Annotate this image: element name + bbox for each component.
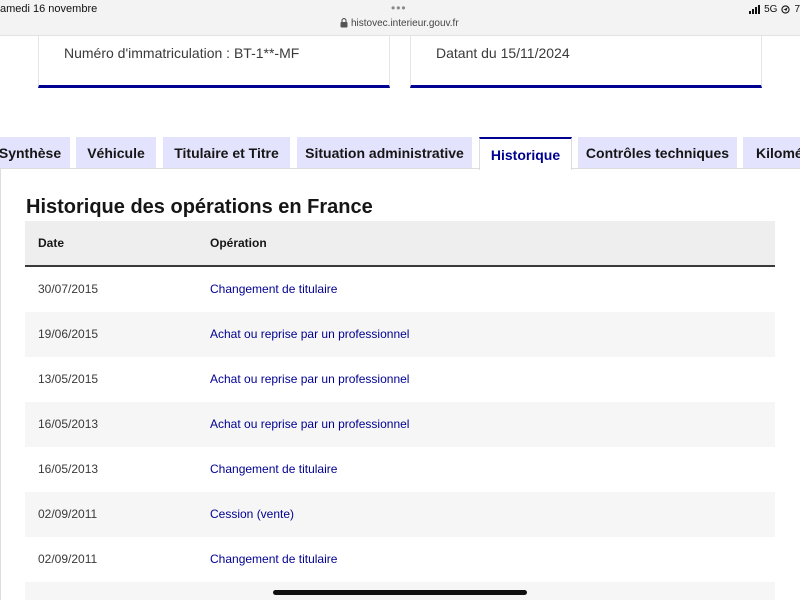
- row-date: 02/09/2011: [38, 507, 98, 521]
- status-bar: amedi 16 novembre ••• histovec.interieur…: [0, 0, 800, 36]
- tab-vehicule[interactable]: Véhicule: [76, 137, 156, 168]
- tab-titulaire-et-titre[interactable]: Titulaire et Titre: [163, 137, 290, 168]
- row-date: 13/05/2015: [38, 372, 99, 386]
- registration-number: Numéro d'immatriculation : BT-1**-MF: [64, 45, 300, 61]
- address-bar[interactable]: histovec.interieur.gouv.fr: [340, 16, 460, 30]
- lock-icon: [340, 18, 348, 28]
- signal-icon: [749, 4, 761, 14]
- location-icon: [781, 4, 791, 14]
- row-date: 16/05/2013: [38, 462, 99, 476]
- report-date: Datant du 15/11/2024: [436, 45, 570, 61]
- history-table: Date Opération 30/07/2015 Changement de …: [25, 221, 775, 600]
- home-indicator[interactable]: [273, 590, 527, 595]
- table-row: 30/07/2015 Changement de titulaire: [25, 267, 775, 312]
- row-operation: Cession (vente): [210, 507, 295, 521]
- date-card: Datant du 15/11/2024: [410, 36, 762, 88]
- table-header: Date Opération: [25, 221, 775, 267]
- tab-synthese[interactable]: Synthèse: [0, 137, 70, 168]
- tab-historique[interactable]: Historique: [479, 137, 572, 170]
- row-date: 30/07/2015: [38, 282, 99, 296]
- tab-bar: Synthèse Véhicule Titulaire et Titre Sit…: [0, 137, 800, 170]
- row-operation: Achat ou reprise par un professionnel: [210, 372, 410, 386]
- table-row: 16/05/2013 Changement de titulaire: [25, 447, 775, 492]
- registration-card: Numéro d'immatriculation : BT-1**-MF: [38, 36, 390, 88]
- row-date: 02/09/2011: [38, 552, 98, 566]
- row-operation: Achat ou reprise par un professionnel: [210, 327, 410, 341]
- table-row: 02/09/2011 Cession (vente): [25, 492, 775, 537]
- section-title: Historique des opérations en France: [26, 196, 373, 218]
- row-date: 16/05/2013: [38, 417, 99, 431]
- status-indicators: 5G 7: [749, 3, 800, 15]
- url-text: histovec.interieur.gouv.fr: [351, 17, 459, 29]
- row-operation: Achat ou reprise par un professionnel: [210, 417, 410, 431]
- row-operation: Changement de titulaire: [210, 282, 338, 296]
- status-date: amedi 16 novembre: [0, 3, 98, 15]
- tab-controles-techniques[interactable]: Contrôles techniques: [578, 137, 737, 168]
- row-operation: Changement de titulaire: [210, 552, 338, 566]
- row-operation: Changement de titulaire: [210, 462, 338, 476]
- network-label: 5G: [764, 3, 778, 15]
- table-row: 16/05/2013 Achat ou reprise par un profe…: [25, 402, 775, 447]
- table-row: 13/05/2015 Achat ou reprise par un profe…: [25, 357, 775, 402]
- tab-situation-administrative[interactable]: Situation administrative: [297, 137, 472, 168]
- battery-fragment: 7: [794, 3, 800, 15]
- row-date: 19/06/2015: [38, 327, 99, 341]
- column-header-date: Date: [38, 236, 65, 250]
- tab-kilometrage[interactable]: Kilomé: [743, 137, 800, 168]
- table-row: 19/06/2015 Achat ou reprise par un profe…: [25, 312, 775, 357]
- column-header-operation: Opération: [210, 236, 267, 250]
- table-row: 02/09/2011 Changement de titulaire: [25, 537, 775, 582]
- more-dots-icon[interactable]: •••: [391, 2, 407, 14]
